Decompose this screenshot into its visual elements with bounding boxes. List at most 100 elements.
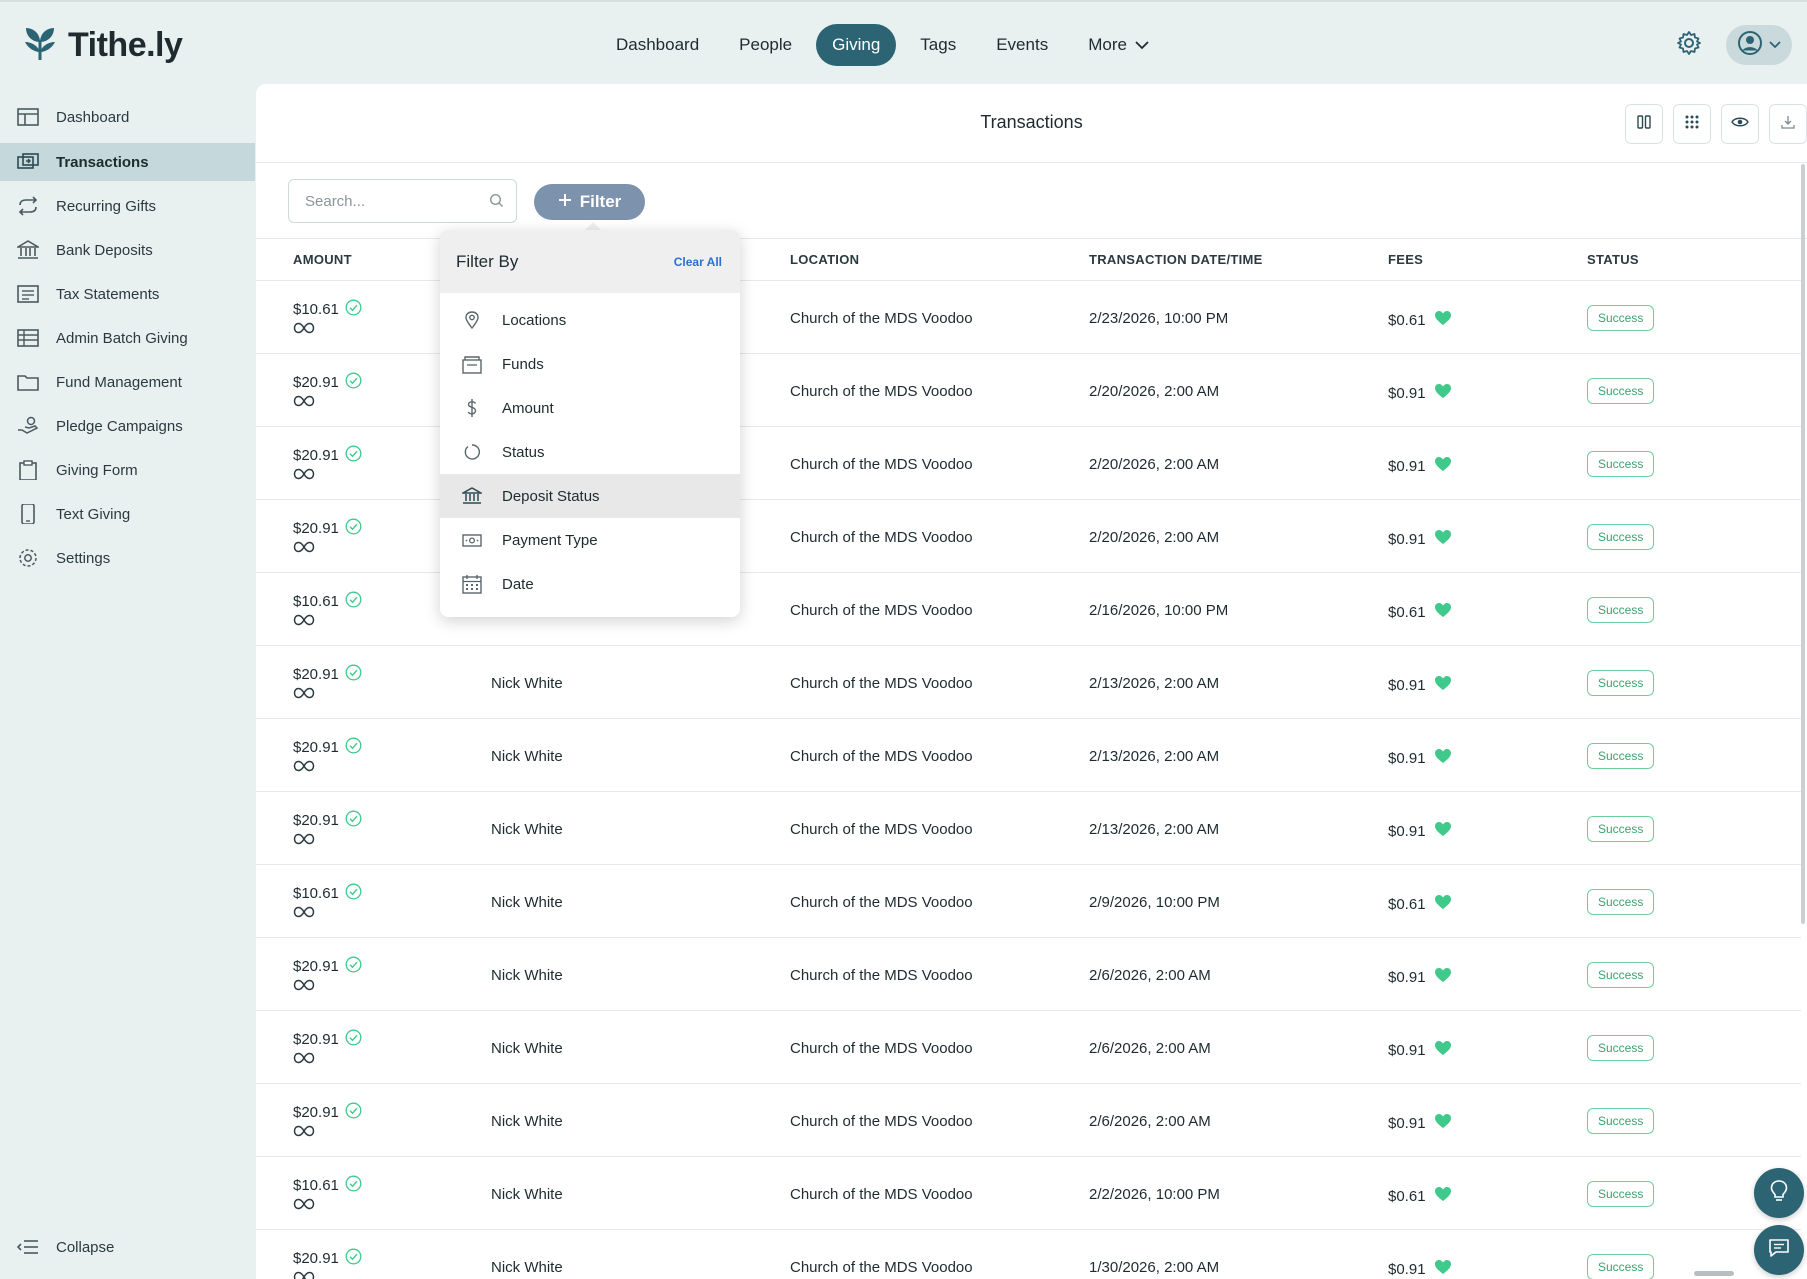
heart-icon xyxy=(1434,821,1452,841)
pledge-icon xyxy=(17,416,39,436)
table-row[interactable]: $20.91 Nick White Church of the MDS Voodoo… xyxy=(256,1229,1801,1279)
filter-option-deposit-status[interactable]: Deposit Status xyxy=(440,474,740,518)
sidebar-item-label: Tax Statements xyxy=(56,285,160,303)
nav-label: More xyxy=(1088,35,1127,54)
column-header-location[interactable]: LOCATION xyxy=(790,252,859,267)
filter-option-label: Payment Type xyxy=(502,531,598,549)
nav-more[interactable]: More xyxy=(1072,24,1165,66)
nav-dashboard[interactable]: Dashboard xyxy=(600,24,715,66)
date-cell: 2/6/2026, 2:00 AM xyxy=(1089,1113,1211,1130)
sidebar-item-settings[interactable]: Settings xyxy=(0,539,255,577)
nav-events[interactable]: Events xyxy=(980,24,1064,66)
amount-value: $20.91 xyxy=(293,1031,339,1048)
donor-name[interactable]: Nick White xyxy=(491,1259,563,1276)
fee-value: $0.61 xyxy=(1388,1187,1426,1205)
sidebar-item-text-giving[interactable]: Text Giving xyxy=(0,495,255,533)
visibility-button[interactable] xyxy=(1721,104,1759,144)
check-circle-icon xyxy=(345,372,362,393)
column-header-status[interactable]: STATUS xyxy=(1587,252,1639,267)
fee-value: $0.91 xyxy=(1388,822,1426,840)
clear-all-link[interactable]: Clear All xyxy=(674,255,722,269)
recurring-infinity-icon xyxy=(293,1270,315,1279)
donor-name[interactable]: Nick White xyxy=(491,967,563,984)
settings-gear-button[interactable] xyxy=(1672,28,1706,62)
date-cell: 2/20/2026, 2:00 AM xyxy=(1089,383,1220,400)
nav-giving[interactable]: Giving xyxy=(816,24,897,66)
columns-button[interactable] xyxy=(1625,104,1663,144)
table-row[interactable]: $20.91 Nick White Church of the MDS Voodoo… xyxy=(256,1010,1801,1083)
column-header-date[interactable]: TRANSACTION DATE/TIME xyxy=(1089,252,1263,267)
donor-name[interactable]: Nick White xyxy=(491,1113,563,1130)
sidebar-item-bank-deposits[interactable]: Bank Deposits xyxy=(0,231,255,269)
chat-button[interactable] xyxy=(1754,1225,1804,1275)
sidebar-item-admin-batch-giving[interactable]: Admin Batch Giving xyxy=(0,319,255,357)
export-button[interactable] xyxy=(1769,104,1807,144)
sidebar-item-dashboard[interactable]: Dashboard xyxy=(0,98,255,136)
vertical-scrollbar[interactable] xyxy=(1801,164,1805,924)
sidebar-item-tax-statements[interactable]: Tax Statements xyxy=(0,275,255,313)
amount-value: $20.91 xyxy=(293,666,339,683)
filter-option-funds[interactable]: Funds xyxy=(440,342,740,386)
check-circle-icon xyxy=(345,299,362,320)
table-row[interactable]: $20.91 Nick White Church of the MDS Voodoo… xyxy=(256,1083,1801,1156)
table-row[interactable]: $20.91 Nick White Church of the MDS Voodoo… xyxy=(256,645,1801,718)
donor-name[interactable]: Nick White xyxy=(491,1186,563,1203)
column-header-amount[interactable]: AMOUNT xyxy=(293,252,352,267)
search-icon[interactable] xyxy=(489,193,504,213)
filter-option-payment-type[interactable]: Payment Type xyxy=(440,518,740,562)
amount-cell: $20.91 xyxy=(293,737,362,758)
sidebar-item-transactions[interactable]: Transactions xyxy=(0,143,255,181)
brand-logo[interactable]: Tithe.ly xyxy=(22,24,183,67)
table-row[interactable]: $20.91 Nick White Church of the MDS Voodoo… xyxy=(256,937,1801,1010)
table-row[interactable]: $20.91 Nick White Church of the MDS Voodoo… xyxy=(256,718,1801,791)
donor-name[interactable]: Nick White xyxy=(491,894,563,911)
check-circle-icon xyxy=(345,591,362,612)
location-cell: Church of the MDS Voodoo xyxy=(790,602,973,619)
divider xyxy=(256,162,1807,163)
sidebar-item-recurring-gifts[interactable]: Recurring Gifts xyxy=(0,187,255,225)
fee-cell: $0.91 xyxy=(1388,748,1452,768)
grid-density-button[interactable] xyxy=(1673,104,1711,144)
filter-option-amount[interactable]: Amount xyxy=(440,386,740,430)
filter-option-status[interactable]: Status xyxy=(440,430,740,474)
columns-icon xyxy=(1637,114,1651,134)
sidebar-item-pledge-campaigns[interactable]: Pledge Campaigns xyxy=(0,407,255,445)
donor-name[interactable]: Nick White xyxy=(491,748,563,765)
donor-name[interactable]: Nick White xyxy=(491,675,563,692)
date-cell: 2/13/2026, 2:00 AM xyxy=(1089,821,1220,838)
statement-icon xyxy=(17,284,39,304)
filter-option-locations[interactable]: Locations xyxy=(440,298,740,342)
table-row[interactable]: $10.61 Nick White Church of the MDS Voodoo… xyxy=(256,864,1801,937)
nav-people[interactable]: People xyxy=(723,24,808,66)
status-badge: Success xyxy=(1587,889,1655,915)
sidebar-item-giving-form[interactable]: Giving Form xyxy=(0,451,255,489)
filter-option-date[interactable]: Date xyxy=(440,562,740,606)
donor-name[interactable]: Nick White xyxy=(491,1040,563,1057)
amount-value: $20.91 xyxy=(293,1104,339,1121)
donor-name[interactable]: Nick White xyxy=(491,821,563,838)
sidebar-item-fund-management[interactable]: Fund Management xyxy=(0,363,255,401)
location-cell: Church of the MDS Voodoo xyxy=(790,748,973,765)
status-badge: Success xyxy=(1587,743,1655,769)
heart-icon xyxy=(1434,602,1452,622)
heart-icon xyxy=(1434,1040,1452,1060)
table-row[interactable]: $10.61 Nick White Church of the MDS Voodoo… xyxy=(256,1156,1801,1229)
search-input[interactable] xyxy=(289,180,469,222)
horizontal-scrollbar[interactable] xyxy=(1694,1271,1734,1276)
filter-button[interactable]: Filter xyxy=(534,184,645,220)
fee-value: $0.91 xyxy=(1388,1260,1426,1278)
sidebar-item-label: Text Giving xyxy=(56,505,131,523)
fee-cell: $0.61 xyxy=(1388,894,1452,914)
amount-cell: $20.91 xyxy=(293,518,362,539)
ideas-button[interactable] xyxy=(1754,1168,1804,1218)
nav-tags[interactable]: Tags xyxy=(904,24,972,66)
status-badge: Success xyxy=(1587,597,1655,623)
user-menu-button[interactable] xyxy=(1726,25,1792,65)
sidebar-collapse-button[interactable]: Collapse xyxy=(0,1232,255,1262)
filter-option-label: Funds xyxy=(502,355,544,373)
fee-value: $0.61 xyxy=(1388,311,1426,329)
column-header-fees[interactable]: FEES xyxy=(1388,252,1423,267)
amount-value: $20.91 xyxy=(293,958,339,975)
table-row[interactable]: $20.91 Nick White Church of the MDS Voodoo… xyxy=(256,791,1801,864)
location-cell: Church of the MDS Voodoo xyxy=(790,1259,973,1276)
